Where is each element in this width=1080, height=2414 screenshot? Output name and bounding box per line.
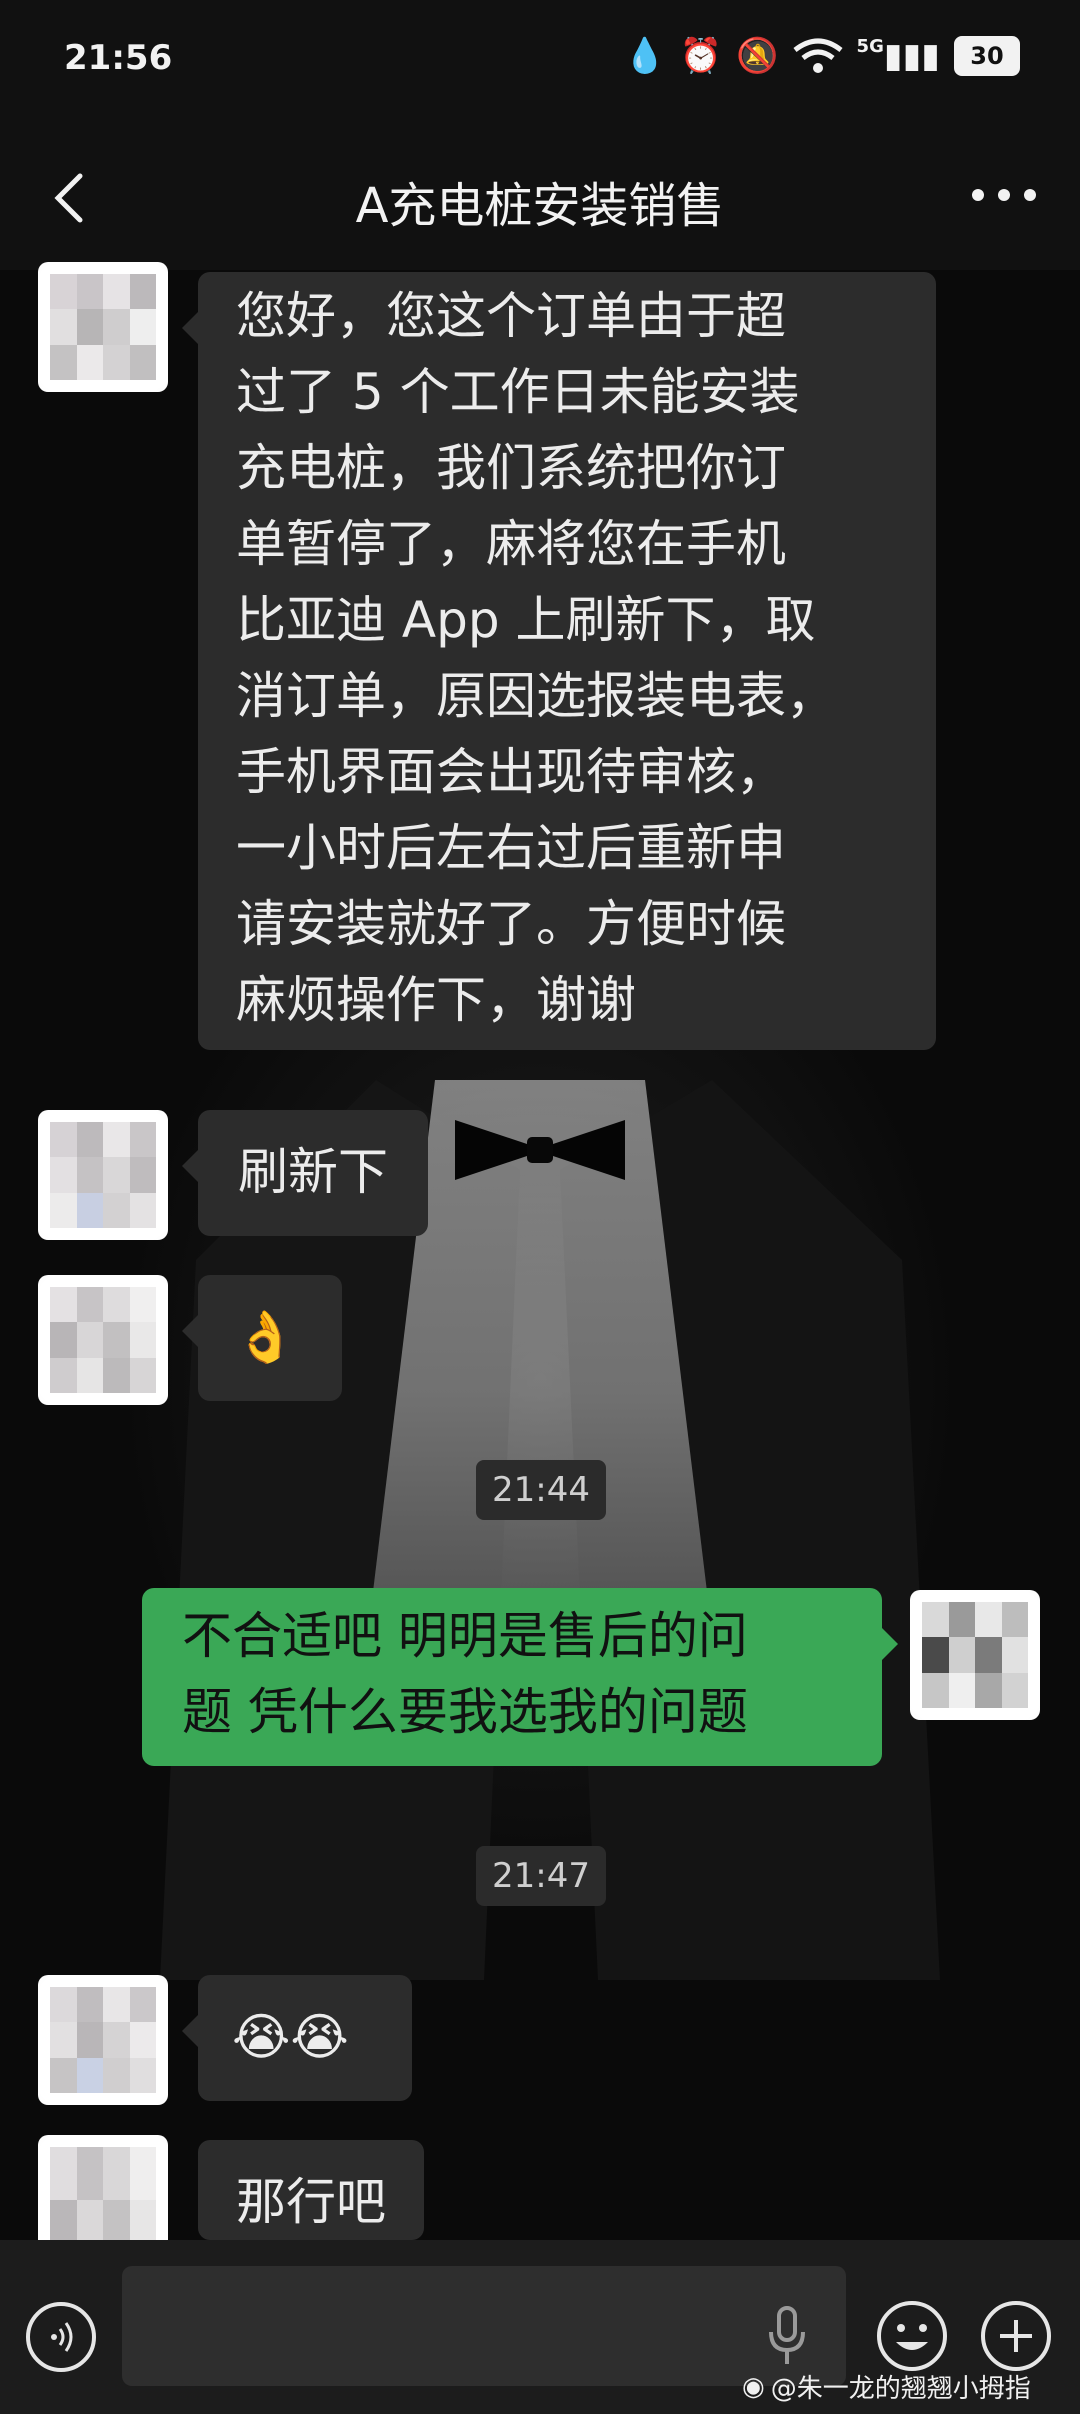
message-line: 请安装就好了。方便时候 [236, 895, 786, 953]
contact-avatar[interactable] [38, 1275, 168, 1405]
alarm-icon: ⏰ [679, 36, 723, 76]
signal-icon: 5G▮▮▮ [856, 36, 940, 76]
message-line: 充电桩，我们系统把你订 [236, 439, 786, 497]
mute-icon: 🔕 [736, 36, 779, 76]
message-line: 手机界面会出现待审核， [236, 743, 786, 801]
contact-avatar[interactable] [38, 262, 168, 392]
status-time: 21:56 [64, 38, 173, 78]
received-message[interactable]: 您好，您这个订单由于超 过了 5 个工作日未能安装 充电桩，我们系统把你订 单暂… [182, 272, 936, 1050]
chat-title: A充电桩安装销售 [355, 178, 725, 234]
status-bar: 21:56 💧 ⏰ 🔕 5G▮▮▮ 30 [0, 0, 1080, 120]
contact-avatar[interactable] [38, 1110, 168, 1240]
crying-emoji: 😭😭 [232, 2008, 349, 2066]
battery-icon: 30 [954, 36, 1020, 76]
wallpaper-bowtie [455, 1120, 625, 1180]
message-line: 比亚迪 App 上刷新下，取 [236, 591, 816, 649]
chat-header: A充电桩安装销售 [0, 120, 1080, 270]
emoji-icon[interactable] [874, 2298, 950, 2374]
microphone-icon[interactable] [762, 2302, 812, 2372]
received-message[interactable]: 😭😭 [182, 1975, 412, 2101]
message-line: 题 凭什么要我选我的问题 [182, 1683, 748, 1741]
received-message[interactable]: 那行吧 [198, 2140, 424, 2240]
more-options-icon[interactable] [964, 180, 1044, 210]
sent-message[interactable]: 不合适吧 明明是售后的问 题 凭什么要我选我的问题 [142, 1588, 898, 1766]
contact-avatar[interactable] [38, 1975, 168, 2105]
message-timestamp: 21:44 [476, 1460, 606, 1520]
network-type: 5G [856, 36, 884, 57]
ok-hand-emoji: 👌 [234, 1308, 297, 1366]
message-timestamp: 21:47 [476, 1846, 606, 1906]
message-text: 那行吧 [236, 2173, 386, 2231]
weibo-logo-icon: ◉ [742, 2371, 765, 2402]
message-text: 刷新下 [238, 1143, 388, 1201]
received-message[interactable]: 👌 [182, 1275, 342, 1401]
weibo-watermark: ◉ @朱一龙的翘翘小拇指 [742, 2368, 1031, 2405]
message-line: 麻烦操作下，谢谢 [236, 971, 636, 1029]
voice-icon [51, 2322, 73, 2352]
my-avatar[interactable] [910, 1590, 1040, 1720]
message-line: 一小时后左右过后重新申 [236, 819, 786, 877]
voice-input-button[interactable] [26, 2302, 96, 2372]
message-input[interactable] [122, 2266, 846, 2386]
watermark-text: @朱一龙的翘翘小拇指 [770, 2374, 1031, 2404]
status-icons: 💧 ⏰ 🔕 5G▮▮▮ 30 [624, 36, 1020, 76]
received-message[interactable]: 刷新下 [182, 1110, 428, 1236]
message-line: 单暂停了，麻将您在手机 [236, 515, 786, 573]
message-line: 您好，您这个订单由于超 [236, 287, 786, 345]
add-attachment-icon[interactable] [978, 2298, 1054, 2374]
drop-icon: 💧 [623, 36, 666, 76]
message-line: 不合适吧 明明是售后的问 [182, 1607, 748, 1665]
message-line: 消订单，原因选报装电表， [236, 667, 836, 725]
message-line: 过了 5 个工作日未能安装 [236, 363, 800, 421]
wifi-icon [793, 38, 843, 73]
